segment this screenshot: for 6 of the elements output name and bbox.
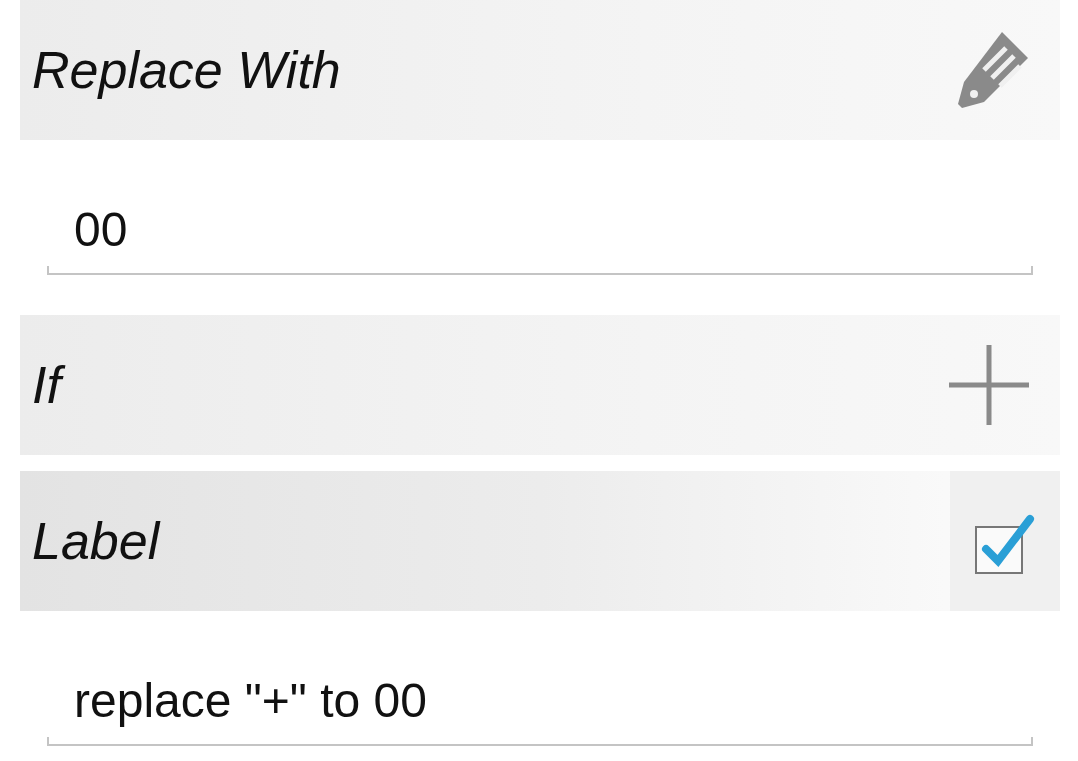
- plus-icon: [948, 344, 1030, 426]
- section-title: If: [32, 353, 71, 417]
- section-title: Replace With: [32, 40, 342, 101]
- section-title: Label: [32, 511, 162, 572]
- checkbox[interactable]: [974, 513, 1036, 575]
- add-button[interactable]: [948, 344, 1030, 426]
